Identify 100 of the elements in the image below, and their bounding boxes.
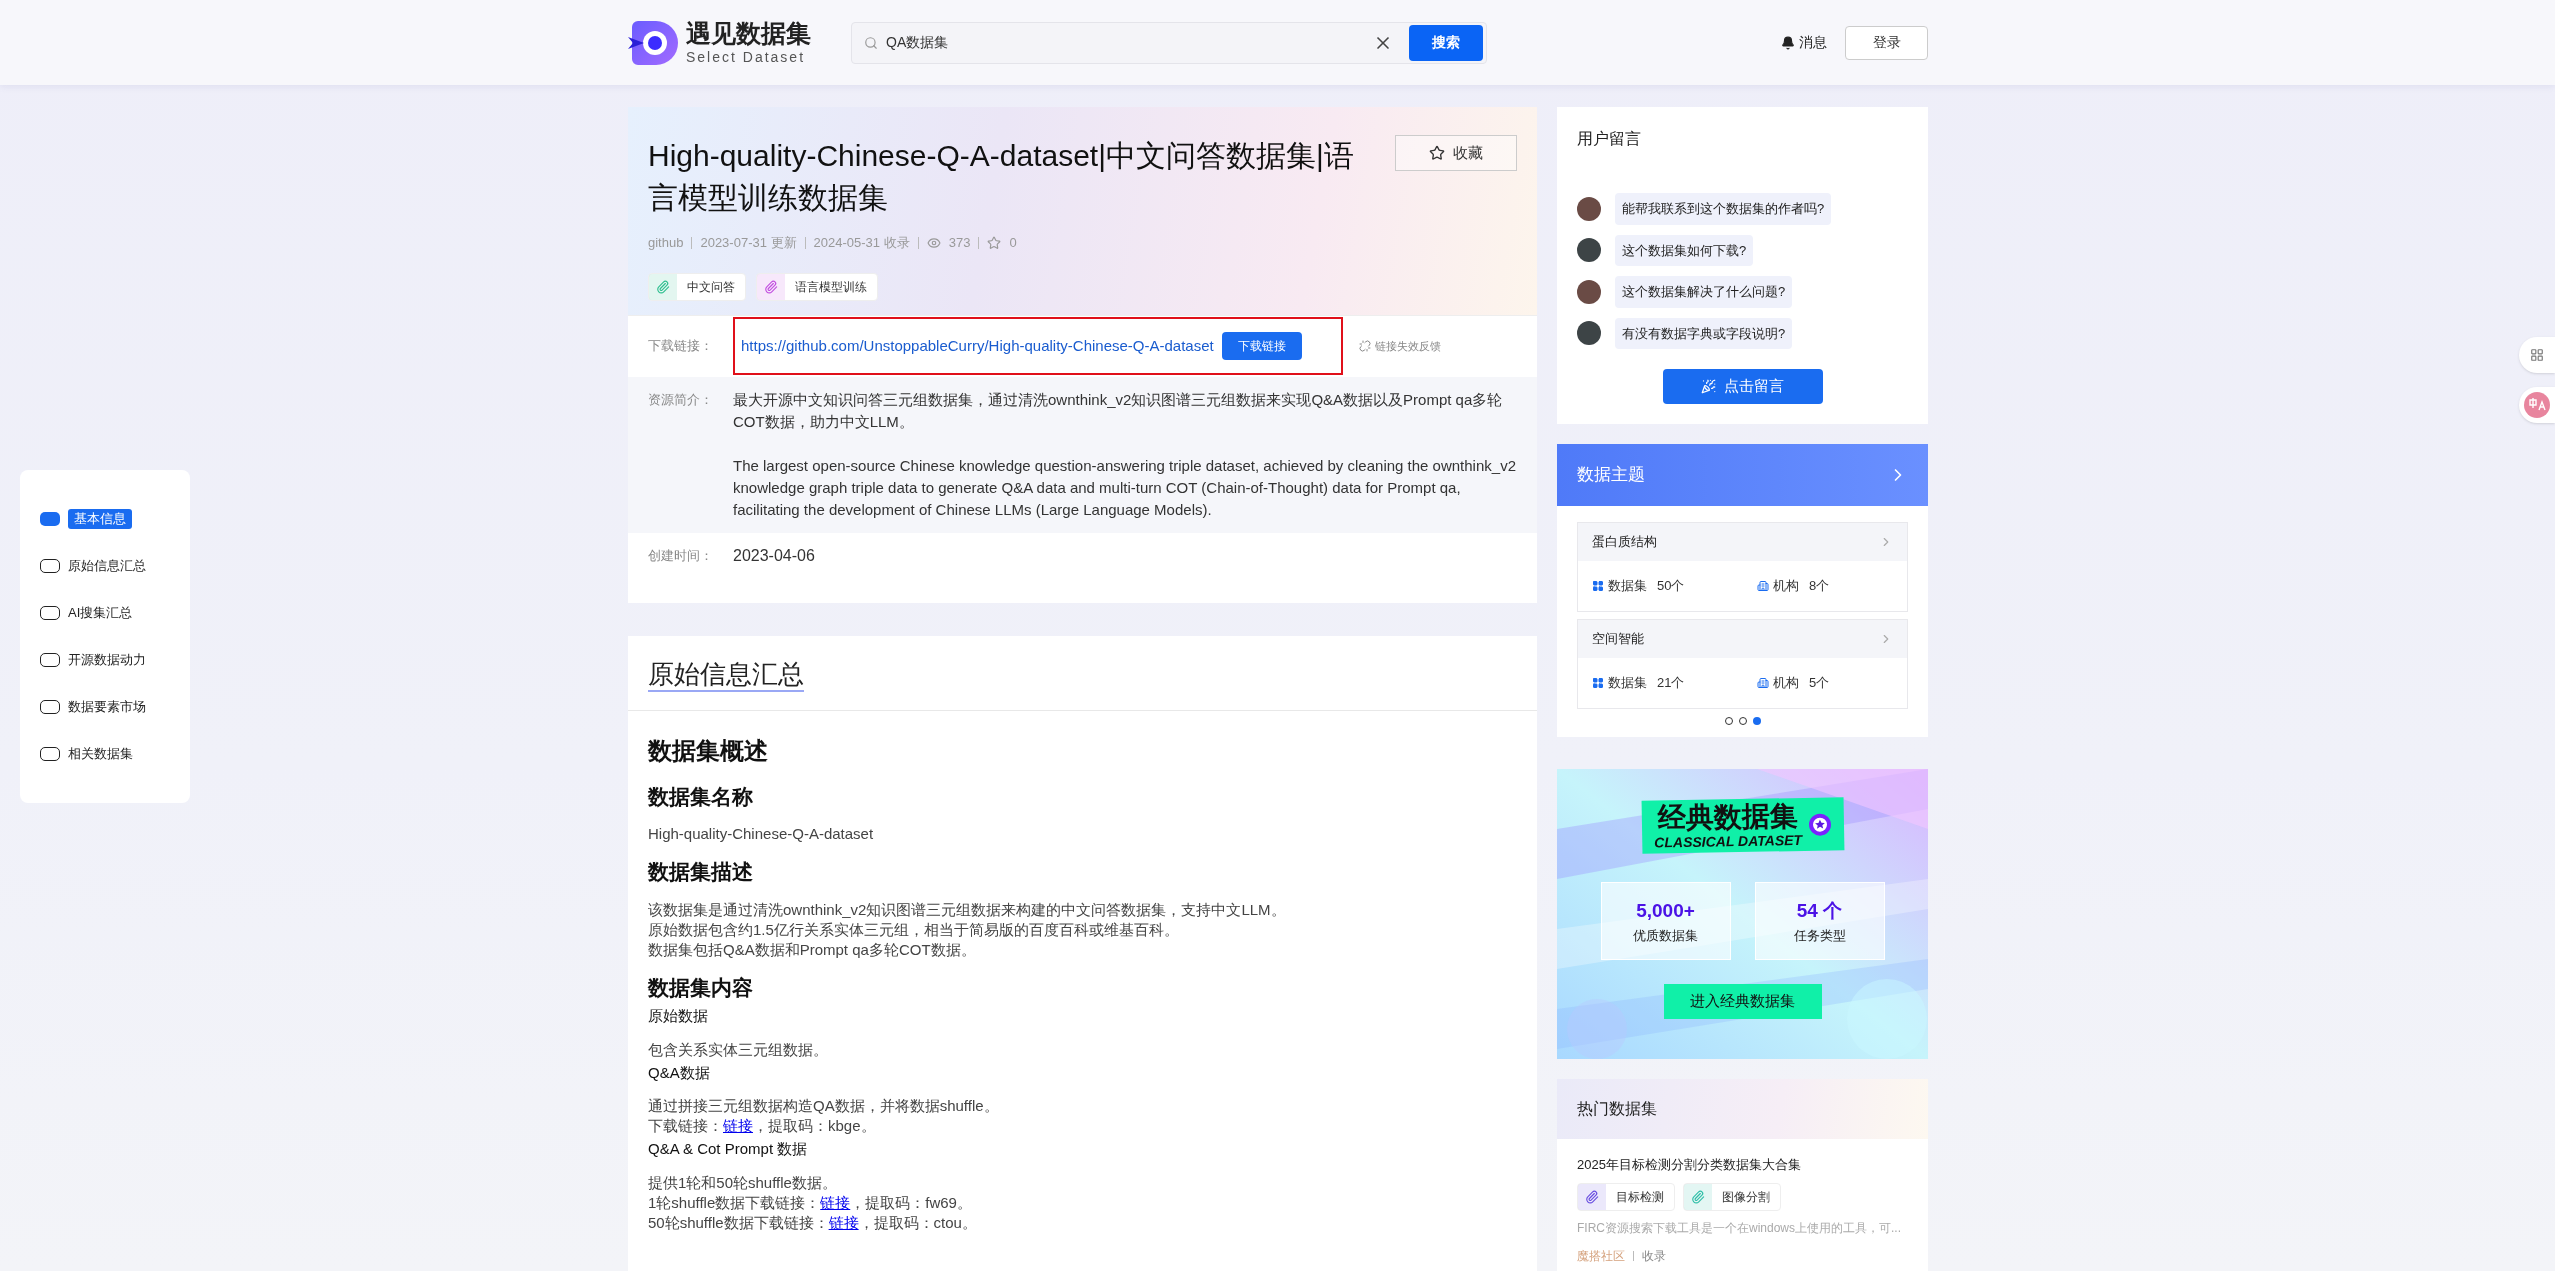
- toggle-icon: [40, 653, 60, 667]
- field-label: 下载链接：: [648, 337, 714, 356]
- logo-title: 遇见数据集: [686, 21, 811, 46]
- inline-link[interactable]: 链接: [820, 1193, 851, 1211]
- paperclip-icon: [656, 279, 670, 294]
- source-text: 魔搭社区: [1577, 1247, 1625, 1265]
- description-text: 最大开源中文知识问答三元组数据集，通过清洗ownthink_v2知识图谱三元组数据来实现Q&A数据以及Prompt qa多轮COT数据，助力中文LLM。: [733, 389, 1504, 432]
- topics-header[interactable]: 数据主题: [1557, 444, 1928, 506]
- tag[interactable]: 语言模型训练: [756, 272, 878, 301]
- org-count: 8个: [1809, 577, 1830, 596]
- collected-text: 收录: [1642, 1247, 1666, 1265]
- search-icon: [864, 35, 878, 50]
- paperclip-icon: [764, 279, 778, 294]
- topic-card[interactable]: 空间智能 数据集 21个 机构 5个: [1577, 619, 1908, 709]
- field-label: 创建时间：: [648, 546, 714, 565]
- login-button[interactable]: 登录: [1845, 25, 1928, 60]
- search-field[interactable]: QA数据集 搜索: [851, 21, 1487, 64]
- toggle-icon: [40, 747, 60, 761]
- grid-icon: [1592, 677, 1604, 689]
- translate-icon: [2524, 392, 2550, 418]
- star-icon: [987, 235, 1002, 250]
- toggle-icon: [40, 559, 60, 573]
- grid-icon: [1592, 580, 1604, 592]
- content-subtitle: Q&A & Cot Prompt 数据: [648, 1139, 809, 1159]
- body-text: 1轮shuffle数据下载链接：链接，提取码：fw69。: [648, 1192, 973, 1213]
- comment-button[interactable]: 点击留言: [1662, 369, 1823, 404]
- card-title: 热门数据集: [1577, 1099, 1657, 1119]
- topic-name: 蛋白质结构: [1592, 533, 1658, 552]
- paperclip-icon: [1585, 1189, 1599, 1204]
- download-button[interactable]: 下载链接: [1221, 332, 1302, 360]
- dataset-count-label: 数据集: [1608, 577, 1647, 596]
- message-bubble[interactable]: 这个数据集如何下载?: [1615, 234, 1754, 266]
- avatar: [1577, 279, 1601, 304]
- body-text: 数据集包括Q&A数据和Prompt qa多轮COT数据。: [648, 939, 977, 960]
- banner-subtitle: CLASSICAL DATASET: [1653, 832, 1802, 850]
- view-count: 373: [948, 234, 971, 252]
- favorite-button[interactable]: 收藏: [1395, 135, 1517, 171]
- party-popper-icon: [1701, 379, 1716, 394]
- dataset-count: 50个: [1657, 577, 1685, 596]
- subsection-heading: 数据集名称: [648, 783, 754, 810]
- org-count-label: 机构: [1773, 674, 1799, 693]
- toggle-icon: [40, 606, 60, 620]
- nav-item[interactable]: 相关数据集: [40, 744, 190, 764]
- avatar: [1577, 238, 1601, 263]
- topic-name: 空间智能: [1592, 630, 1645, 649]
- favorite-count: 0: [1009, 234, 1017, 252]
- banner-title: 经典数据集: [1657, 802, 1798, 833]
- field-label: 资源简介：: [648, 390, 714, 409]
- dataset-title: High-quality-Chinese-Q-A-dataset|中文问答数据集|语言模型训练数据集: [648, 138, 1355, 216]
- bell-icon[interactable]: [1781, 35, 1795, 50]
- translate-button[interactable]: [2519, 387, 2555, 423]
- toggle-icon: [40, 512, 60, 526]
- stat-label: 任务类型: [1793, 926, 1846, 945]
- nav-item[interactable]: 开源数据动力: [40, 650, 190, 670]
- body-text: 50轮shuffle数据下载链接：链接，提取码：ctou。: [648, 1212, 978, 1233]
- message-bubble[interactable]: 有没有数据字典或字段说明?: [1615, 317, 1793, 349]
- download-url-link[interactable]: https://github.com/UnstoppableCurry/High-quality-Chinese-Q-A-dataset: [741, 334, 1214, 358]
- apps-button[interactable]: [2519, 337, 2555, 373]
- body-text: 原始数据包含约1.5亿行关系实体三元组，相当于简易版的百度百科或维基百科。: [648, 919, 1180, 940]
- updated-date: 2023-07-31 更新: [700, 234, 797, 252]
- nav-item[interactable]: AI搜集汇总: [40, 603, 190, 623]
- building-icon: [1757, 677, 1769, 689]
- inline-link[interactable]: 链接: [723, 1117, 753, 1134]
- body-text: 该数据集是通过清洗ownthink_v2知识图谱三元组数据来构建的中文问答数据集，支持中文LLM。: [648, 899, 1287, 920]
- org-count-label: 机构: [1773, 577, 1799, 596]
- stat-value: 5,000+: [1636, 899, 1695, 923]
- search-button[interactable]: 搜索: [1409, 24, 1483, 61]
- dataset-description: FIRC资源搜索下载工具是一个在windows上使用的工具，可...: [1577, 1219, 1903, 1237]
- subsection-heading: 数据集描述: [648, 859, 754, 885]
- eye-icon: [926, 235, 941, 250]
- nav-item[interactable]: 原始信息汇总: [40, 556, 190, 576]
- messages-link[interactable]: 消息: [1799, 32, 1827, 53]
- card-title: 原始信息汇总: [648, 657, 804, 692]
- subsection-heading: 数据集内容: [648, 974, 754, 1001]
- created-date: 2023-04-06: [733, 545, 815, 566]
- building-icon: [1757, 580, 1769, 592]
- grid-icon: [2530, 348, 2544, 362]
- content-subtitle: 原始数据: [648, 1006, 709, 1026]
- tag[interactable]: 图像分割: [1683, 1182, 1781, 1211]
- message-bubble[interactable]: 这个数据集解决了什么问题?: [1615, 276, 1793, 308]
- nav-item[interactable]: 数据要素市场: [40, 697, 190, 717]
- org-count: 5个: [1809, 674, 1830, 693]
- tag[interactable]: 目标检测: [1577, 1182, 1675, 1211]
- dataset-title[interactable]: 2025年目标检测分割分类数据集大合集: [1577, 1155, 1908, 1175]
- badge-icon: [1807, 811, 1832, 837]
- stat-label: 优质数据集: [1633, 926, 1698, 945]
- inline-link[interactable]: 链接: [828, 1213, 859, 1231]
- report-link[interactable]: 链接失效反馈: [1375, 337, 1441, 355]
- banner-button[interactable]: 进入经典数据集: [1663, 984, 1822, 1019]
- message-bubble[interactable]: 能帮我联系到这个数据集的作者吗?: [1615, 193, 1832, 225]
- toggle-icon: [40, 700, 60, 714]
- tag[interactable]: 中文问答: [648, 272, 746, 301]
- section-heading: 数据集概述: [648, 735, 769, 766]
- source-text: github: [648, 234, 684, 252]
- topic-card[interactable]: 蛋白质结构 数据集 50个 机构 8个: [1577, 522, 1908, 612]
- dataset-count-label: 数据集: [1608, 674, 1647, 693]
- avatar: [1577, 321, 1601, 346]
- nav-item[interactable]: 基本信息: [40, 509, 190, 529]
- card-title: 用户留言: [1577, 129, 1642, 149]
- collected-date: 2024-05-31 收录: [813, 234, 910, 252]
